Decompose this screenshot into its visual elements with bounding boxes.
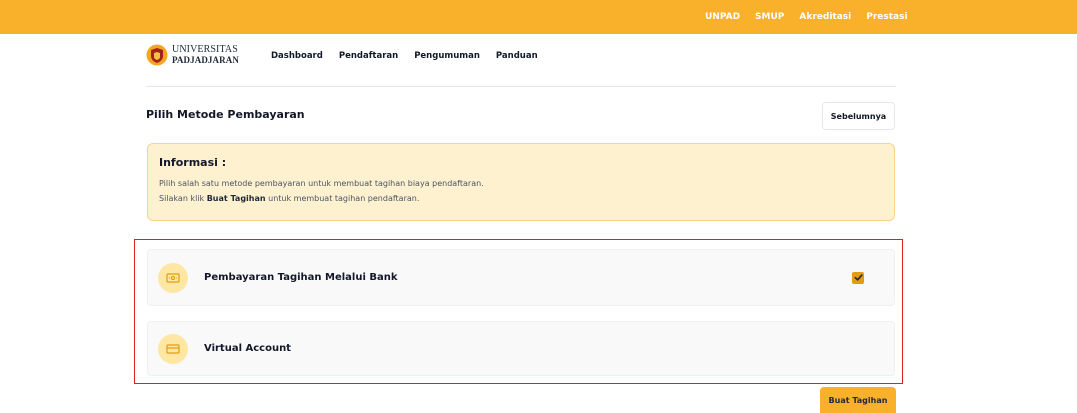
nav-dashboard[interactable]: Dashboard	[271, 51, 323, 61]
info-box: Informasi : Pilih salah satu metode pemb…	[147, 143, 895, 221]
university-logo[interactable]: UNIVERSITAS PADJADJARAN	[146, 44, 239, 66]
payment-option-bank[interactable]: Pembayaran Tagihan Melalui Bank	[147, 249, 895, 306]
top-link-unpad[interactable]: UNPAD	[705, 12, 740, 22]
info-line-2-prefix: Silakan klik	[159, 194, 207, 203]
payment-option-bank-label: Pembayaran Tagihan Melalui Bank	[204, 272, 398, 283]
info-line-2-bold: Buat Tagihan	[206, 194, 266, 203]
payment-option-va-label: Virtual Account	[204, 343, 291, 354]
previous-button[interactable]: Sebelumnya	[822, 102, 895, 130]
info-line-2: Silakan klik Buat Tagihan untuk membuat …	[159, 191, 883, 206]
logo-text: UNIVERSITAS PADJADJARAN	[172, 44, 239, 66]
checkbox-checked[interactable]	[852, 271, 864, 284]
divider	[146, 86, 896, 87]
main-menu: Dashboard Pendaftaran Pengumuman Panduan	[271, 34, 554, 78]
payment-option-virtual-account[interactable]: Virtual Account	[147, 321, 895, 376]
nav-panduan[interactable]: Panduan	[496, 51, 538, 61]
top-links: UNPAD SMUP Akreditasi Prestasi	[705, 0, 923, 34]
checkmark-icon	[854, 274, 863, 281]
main-navbar: UNIVERSITAS PADJADJARAN Dashboard Pendaf…	[0, 34, 1077, 78]
nav-pendaftaran[interactable]: Pendaftaran	[339, 51, 398, 61]
info-title: Informasi :	[159, 156, 227, 169]
nav-pengumuman[interactable]: Pengumuman	[414, 51, 480, 61]
top-link-akreditasi[interactable]: Akreditasi	[799, 12, 851, 22]
bank-note-icon	[158, 262, 188, 293]
emblem-icon	[146, 44, 168, 66]
page-title: Pilih Metode Pembayaran	[146, 108, 305, 121]
top-bar: UNPAD SMUP Akreditasi Prestasi	[0, 0, 1077, 34]
logo-line-1: UNIVERSITAS	[172, 44, 238, 55]
logo-line-2: PADJADJARAN	[172, 55, 239, 65]
create-bill-button[interactable]: Buat Tagihan	[820, 387, 896, 413]
info-line-2-suffix: untuk membuat tagihan pendaftaran.	[265, 194, 420, 203]
top-link-smup[interactable]: SMUP	[755, 12, 784, 22]
top-link-prestasi[interactable]: Prestasi	[866, 12, 907, 22]
credit-card-icon	[158, 333, 188, 364]
info-line-1: Pilih salah satu metode pembayaran untuk…	[159, 179, 484, 188]
